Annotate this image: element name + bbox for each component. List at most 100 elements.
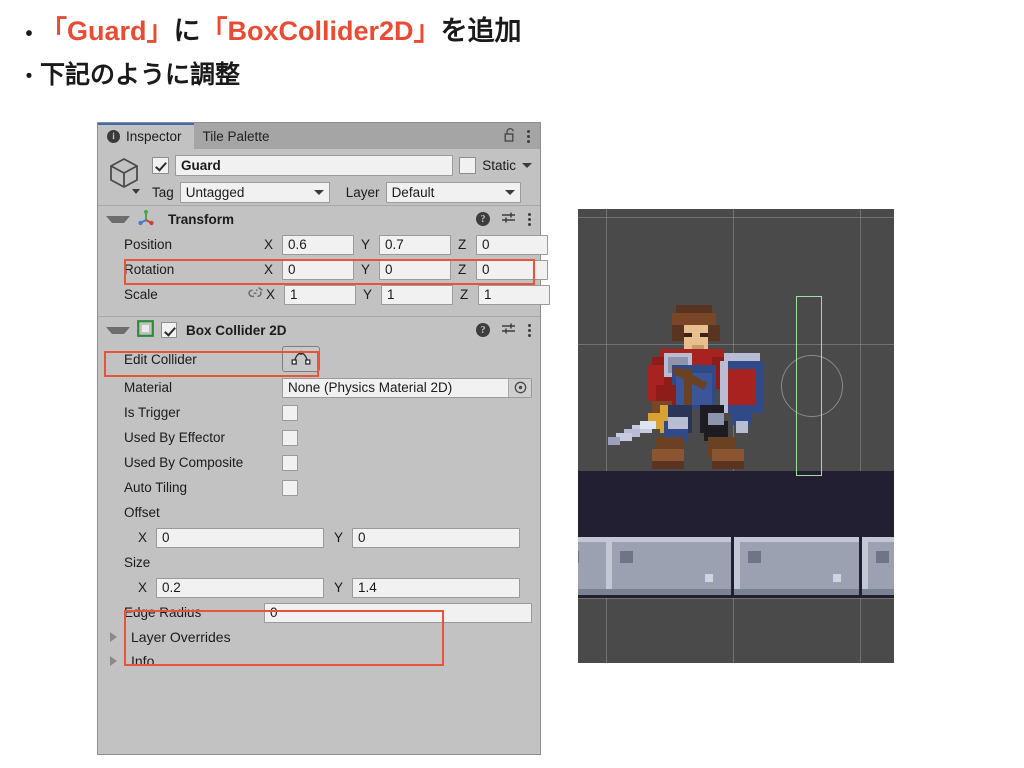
kebab-menu-icon[interactable]	[527, 129, 530, 143]
offset-x-input[interactable]: 0	[156, 527, 324, 548]
bullet-marker: •	[25, 23, 33, 45]
tab-inspector[interactable]: i Inspector	[98, 123, 194, 149]
bullet-1-part-3: 「BoxCollider2D」	[200, 16, 441, 46]
slide-bullet-list: • 「Guard」 に 「BoxCollider2D」 を追加 ・ 下記のように…	[18, 10, 718, 97]
material-row: Material None (Physics Material 2D)	[98, 375, 540, 400]
size-values-row: X 0.2 Y 1.4	[98, 575, 540, 600]
box-collider-title: Box Collider 2D	[186, 322, 287, 338]
knight-sprite	[608, 305, 764, 469]
scale-x-input[interactable]: 1	[284, 284, 356, 305]
layer-label: Layer	[345, 185, 380, 200]
transform-axis-icon	[137, 209, 155, 230]
preset-settings-icon[interactable]	[501, 211, 517, 228]
edge-radius-row: Edge Radius 0	[98, 600, 540, 625]
kebab-menu-icon[interactable]	[528, 212, 531, 226]
tab-tile-palette-label: Tile Palette	[202, 128, 270, 144]
gameobject-name-input[interactable]: Guard	[175, 155, 454, 176]
chevron-right-icon	[110, 656, 124, 666]
tag-value: Untagged	[185, 185, 245, 200]
size-x-input[interactable]: 0.2	[156, 577, 324, 598]
tabstrip-icons	[504, 123, 540, 149]
size-y-input[interactable]: 1.4	[352, 577, 520, 598]
used-by-composite-label: Used By Composite	[124, 455, 244, 470]
position-label: Position	[124, 237, 173, 252]
offset-y-input[interactable]: 0	[352, 527, 520, 548]
help-icon[interactable]: ?	[476, 323, 490, 337]
scale-z-input[interactable]: 1	[478, 284, 550, 305]
layer-overrides-foldout[interactable]: Layer Overrides	[98, 625, 540, 649]
static-checkbox[interactable]	[459, 157, 477, 174]
bullet-1-part-2: に	[173, 16, 201, 46]
lock-open-icon[interactable]	[504, 127, 517, 145]
position-y-input[interactable]: 0.7	[379, 234, 451, 255]
rotation-z-input[interactable]: 0	[476, 259, 548, 280]
used-by-effector-label: Used By Effector	[124, 430, 226, 445]
material-field[interactable]: None (Physics Material 2D)	[282, 377, 532, 398]
inspector-window: i Inspector Tile Palette Guard Static Ta…	[97, 122, 550, 755]
position-y-axis-label: Y	[361, 237, 371, 252]
brick-tile	[734, 537, 859, 595]
gameobject-enabled-checkbox[interactable]	[152, 157, 169, 174]
offset-label-row: Offset	[98, 500, 540, 525]
tab-inspector-label: Inspector	[126, 128, 182, 144]
grid-line-horizontal	[578, 598, 894, 599]
cube-icon	[106, 155, 146, 199]
box-collider-enabled-checkbox[interactable]	[161, 322, 177, 338]
box-collider-foldout-icon[interactable]	[106, 326, 130, 334]
rotation-x-input[interactable]: 0	[282, 259, 354, 280]
inspector-tabstrip: i Inspector Tile Palette	[98, 123, 540, 149]
transform-header-icons: ?	[476, 211, 531, 228]
layer-overrides-label: Layer Overrides	[131, 629, 231, 645]
edge-radius-input[interactable]: 0	[264, 602, 532, 623]
position-x-input[interactable]: 0.6	[282, 234, 354, 255]
collider-outline[interactable]	[796, 296, 822, 476]
used-by-composite-row: Used By Composite	[98, 450, 540, 475]
info-foldout[interactable]: Info	[98, 649, 540, 673]
bullet-1-part-4: を追加	[440, 16, 522, 46]
object-picker-icon[interactable]	[508, 378, 531, 397]
scale-y-input[interactable]: 1	[381, 284, 453, 305]
rotation-y-input[interactable]: 0	[379, 259, 451, 280]
bullet-marker: ・	[19, 66, 39, 88]
static-dropdown-caret-icon[interactable]	[522, 163, 532, 168]
info-label: Info	[131, 653, 155, 669]
bullet-1-part-1: 「Guard」	[40, 16, 174, 46]
used-by-composite-checkbox[interactable]	[282, 454, 298, 471]
rotation-z-axis-label: Z	[458, 262, 467, 277]
rotation-y-axis-label: Y	[361, 262, 371, 277]
used-by-effector-row: Used By Effector	[98, 425, 540, 450]
preset-settings-icon[interactable]	[501, 322, 517, 339]
tag-dropdown[interactable]: Untagged	[179, 182, 330, 203]
is-trigger-row: Is Trigger	[98, 400, 540, 425]
info-icon: i	[107, 129, 120, 143]
scale-label: Scale	[124, 287, 158, 302]
chevron-down-icon	[504, 190, 515, 195]
scene-preview[interactable]	[578, 209, 894, 663]
auto-tiling-checkbox[interactable]	[282, 479, 298, 496]
transform-title: Transform	[168, 211, 235, 227]
box-collider-header-icons: ?	[476, 322, 531, 339]
position-z-input[interactable]: 0	[476, 234, 548, 255]
auto-tiling-label: Auto Tiling	[124, 480, 188, 495]
brick-tile	[606, 537, 731, 595]
layer-value: Default	[391, 185, 435, 200]
gameobject-header: Guard Static Tag Untagged Layer Default	[98, 149, 540, 205]
help-icon[interactable]: ?	[476, 212, 490, 226]
kebab-menu-icon[interactable]	[528, 323, 531, 337]
size-label: Size	[124, 555, 151, 570]
tab-tile-palette[interactable]: Tile Palette	[194, 123, 282, 149]
broken-link-icon[interactable]	[246, 286, 266, 303]
edit-collider-button[interactable]	[282, 346, 320, 372]
box-collider-2d-icon	[137, 320, 154, 340]
offset-y-axis-label: Y	[334, 530, 344, 545]
box-collider-2d-header[interactable]: Box Collider 2D ?	[98, 316, 540, 343]
layer-dropdown[interactable]: Default	[385, 182, 521, 203]
transform-foldout-icon[interactable]	[106, 215, 130, 223]
material-value: None (Physics Material 2D)	[288, 379, 453, 395]
is-trigger-checkbox[interactable]	[282, 404, 298, 421]
offset-values-row: X 0 Y 0	[98, 525, 540, 550]
used-by-effector-checkbox[interactable]	[282, 429, 298, 446]
transform-component-header[interactable]: Transform ?	[98, 205, 540, 232]
size-x-axis-label: X	[138, 580, 148, 595]
is-trigger-label: Is Trigger	[124, 405, 181, 420]
